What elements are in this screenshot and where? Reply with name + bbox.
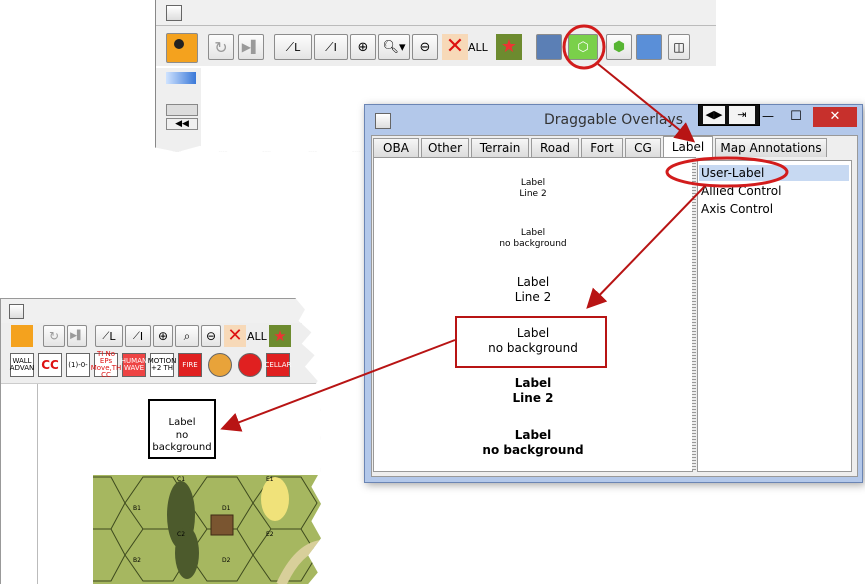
hex-label-e1: E1	[266, 476, 274, 483]
line-l-button[interactable]: ⟋ L	[274, 34, 312, 60]
zoom-in-icon[interactable]: ⊕	[350, 34, 376, 60]
title-bar	[156, 0, 716, 26]
toolbar: ↻ ▶▌ ⟋ L ⟋ I ⊕ 🔍︎▾ ⊖ ✕ ALL ★ ⬡ ⬢ ◫	[156, 26, 716, 66]
line-l-label: L	[294, 40, 301, 54]
hex-label-b2: B2	[133, 557, 141, 564]
soldier-icon-button[interactable]	[11, 325, 33, 347]
export-icon[interactable]: ⇥	[729, 106, 755, 124]
tab-oba[interactable]: OBA	[373, 138, 419, 157]
hex-label-c1: C1	[177, 476, 186, 483]
close-button[interactable]: ✕	[813, 107, 857, 127]
hex-label-d2: D2	[222, 557, 231, 564]
building	[210, 514, 234, 536]
zoom-out-icon[interactable]: ⊖	[201, 325, 221, 347]
tab-road[interactable]: Road	[531, 138, 579, 157]
wall-advance-counter[interactable]: WALL ADVAN	[10, 353, 34, 377]
hex-label-e2: E2	[266, 531, 274, 538]
human-wave-counter[interactable]: HUMAN WAVE	[121, 353, 147, 377]
chat-icon[interactable]	[166, 72, 196, 84]
map-label-box[interactable]: Label no background	[148, 399, 216, 459]
tab-other[interactable]: Other	[421, 138, 469, 157]
map-window: ↻ ▶▌ ⟋ L ⟋ I ⊕ ⌕ ⊖ ✕ ALL ★ WALL ADVAN CC (…	[0, 298, 321, 584]
tab-label[interactable]: Label	[663, 136, 713, 157]
soldier-icon-button[interactable]	[166, 33, 198, 63]
preview-medium-line2[interactable]: Label Line 2	[374, 275, 692, 305]
preview-small-line2[interactable]: Label Line 2	[374, 178, 692, 201]
zoom-select-icon[interactable]: ⌕	[175, 325, 199, 347]
star-counter-icon[interactable]: ★	[269, 325, 291, 347]
fire-x-icon[interactable]: ✕	[224, 325, 246, 347]
los-icon[interactable]	[636, 34, 662, 60]
cc-counter[interactable]: CC	[38, 353, 62, 377]
splitter[interactable]	[692, 157, 696, 470]
tab-map-annotations[interactable]: Map Annotations	[715, 138, 827, 157]
map-toolbar: ↻ ▶▌ ⟋ L ⟋ I ⊕ ⌕ ⊖ ✕ ALL ★	[1, 323, 321, 349]
undo-button[interactable]: ↻	[208, 34, 234, 60]
target-counter[interactable]	[208, 353, 232, 377]
all-label[interactable]: ALL	[247, 330, 267, 343]
zoom-out-icon[interactable]: ⊖	[412, 34, 438, 60]
overlay-icon[interactable]: ◫	[668, 34, 690, 60]
hex-label-c2: C2	[177, 531, 186, 538]
tab-terrain[interactable]: Terrain	[471, 138, 529, 157]
preview-small-nobg[interactable]: Label no background	[374, 228, 692, 251]
list-item-axis-control[interactable]: Axis Control	[699, 201, 849, 217]
counter-palette: WALL ADVAN CC (1)-0- TI No EPs Move,TH C…	[1, 349, 321, 384]
line-i-button[interactable]: ⟋ I	[125, 325, 151, 347]
line-l-label: L	[109, 329, 116, 343]
side-panel: ◀◀	[156, 68, 201, 152]
ti-counter[interactable]: TI No EPs Move,TH CC	[91, 351, 122, 379]
list-item-user-label[interactable]: User-Label	[699, 165, 849, 181]
line-i-label: I	[139, 329, 144, 343]
edit-icon[interactable]	[166, 104, 198, 116]
java-icon	[9, 304, 24, 319]
hex-label-d1: D1	[222, 505, 231, 512]
java-icon	[166, 5, 182, 21]
highlight-box	[455, 316, 607, 368]
hex-map[interactable]	[93, 475, 321, 585]
rewind-icon[interactable]: ◀◀	[166, 118, 198, 130]
label-preview-panel: Label Line 2 Label no background Label L…	[373, 157, 693, 472]
zoom-select-icon[interactable]: 🔍︎▾	[378, 34, 410, 60]
preview-bold-nobg[interactable]: Label no background	[374, 428, 692, 458]
fire-counter[interactable]: FIRE	[178, 353, 202, 377]
tab-cg[interactable]: CG	[625, 138, 661, 157]
tab-fort[interactable]: Fort	[581, 138, 623, 157]
fire-x-icon[interactable]: ✕	[442, 34, 468, 60]
grain-field	[261, 477, 289, 521]
dice-counter[interactable]	[238, 353, 262, 377]
all-label[interactable]: ALL	[468, 41, 488, 54]
step-forward-button[interactable]: ▶▌	[67, 325, 87, 347]
hex-icon[interactable]: ⬢	[606, 34, 632, 60]
floating-toolbar: ◀▶ ⇥	[698, 104, 760, 126]
squad-counter[interactable]: (1)-0-	[66, 353, 90, 377]
hex-label-b1: B1	[133, 505, 141, 512]
line-l-button[interactable]: ⟋ L	[95, 325, 123, 347]
overlay-list: User-Label Allied Control Axis Control	[697, 160, 852, 472]
map-label-line2: no background	[152, 429, 212, 454]
line-i-button[interactable]: ⟋ I	[314, 34, 348, 60]
cellar-counter[interactable]: CELLAR	[265, 353, 291, 377]
star-counter-icon[interactable]: ★	[496, 34, 522, 60]
motion-counter[interactable]: MOTION +2 TH	[148, 353, 176, 377]
list-item-allied-control[interactable]: Allied Control	[699, 183, 849, 199]
map-window-title-bar	[1, 299, 321, 324]
expand-arrows-icon[interactable]: ◀▶	[703, 106, 725, 124]
undo-button[interactable]: ↻	[43, 325, 65, 347]
preview-bold-line2[interactable]: Label Line 2	[374, 376, 692, 406]
zoom-in-icon[interactable]: ⊕	[153, 325, 173, 347]
line-i-label: I	[333, 40, 337, 54]
map-pieces-icon[interactable]	[536, 34, 562, 60]
map-label-line1: Label	[168, 417, 196, 428]
draggable-overlays-icon[interactable]: ⬡	[568, 34, 598, 60]
step-forward-button[interactable]: ▶▌	[238, 34, 264, 60]
maximize-button[interactable]: ☐	[783, 109, 809, 124]
